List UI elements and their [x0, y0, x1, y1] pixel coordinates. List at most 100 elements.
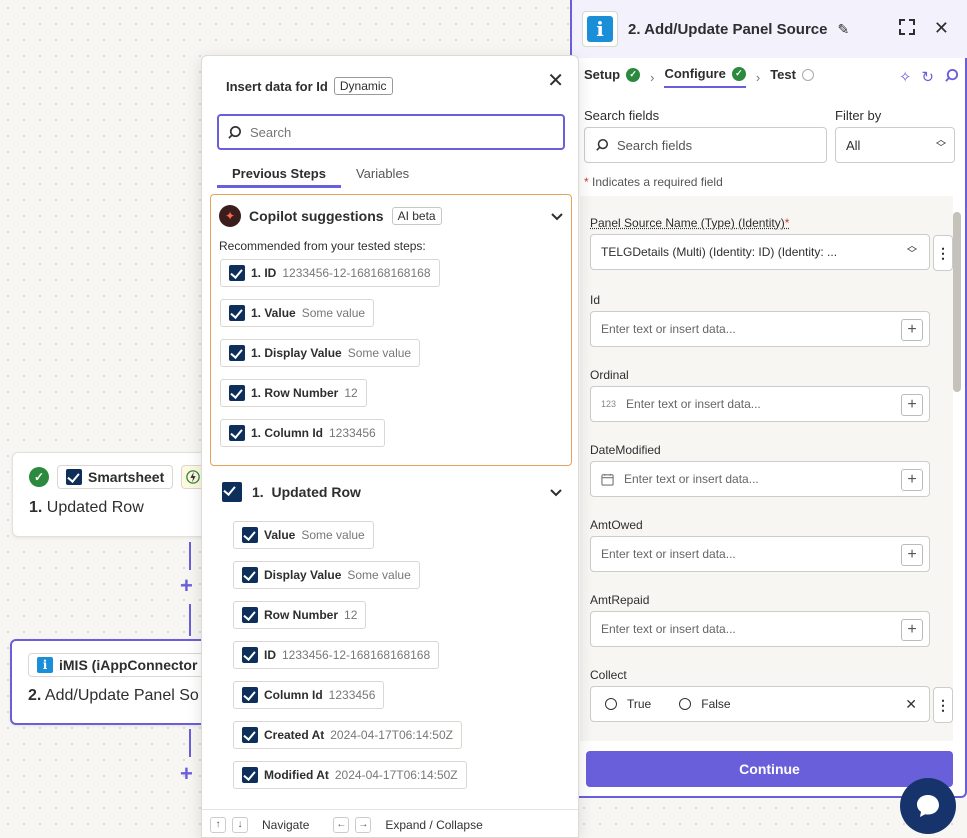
chevron-down-icon[interactable] [550, 484, 562, 500]
workflow-node-action[interactable]: i iMIS (iAppConnector 2. Add/Update Pane… [10, 639, 230, 725]
app-name: Smartsheet [88, 469, 165, 485]
insert-data-panel: Insert data for Id Dynamic ✕ Previous St… [201, 55, 579, 838]
arrow-up-key-icon: ↑ [210, 816, 226, 833]
insert-data-plus-button[interactable]: + [901, 319, 923, 341]
navigate-hint: Navigate [262, 817, 310, 832]
chip-value: Some value [301, 528, 365, 542]
insert-data-plus-button[interactable]: + [901, 544, 923, 566]
more-options-icon[interactable]: ⋮ [933, 687, 953, 723]
search-fields-input[interactable]: Search fields [584, 127, 827, 163]
data-chip[interactable]: 1. Value Some value [220, 299, 375, 327]
insert-data-plus-button[interactable]: + [901, 619, 923, 641]
search-fields-label: Search fields [584, 108, 660, 123]
clear-icon[interactable]: ✕ [905, 696, 917, 713]
expand-icon[interactable] [898, 18, 916, 41]
tab-previous-steps[interactable]: Previous Steps [217, 164, 341, 188]
copilot-header[interactable]: ✦ Copilot suggestions AI beta [211, 195, 571, 227]
editor-step-tabs: Setup ✓ › Configure ✓ › Test ✧ ↻ [584, 66, 959, 88]
data-chip[interactable]: ID 1233456-12-168168168168 [233, 641, 440, 669]
edit-pencil-icon[interactable]: ✎ [838, 21, 850, 38]
data-chip[interactable]: 1. ID 1233456-12-168168168168 [220, 259, 440, 287]
data-chip[interactable]: 1. Column Id 1233456 [220, 419, 385, 447]
ai-beta-badge: AI beta [391, 207, 442, 225]
chip-value: 2024-04-17T06:14:50Z [330, 728, 453, 742]
field-amtowed: AmtOwed Enter text or insert data... + [590, 518, 930, 572]
insert-search-box [217, 114, 565, 150]
app-badge: Smartsheet [57, 465, 174, 489]
radio-true[interactable] [605, 698, 617, 710]
field-label: Ordinal [590, 368, 629, 382]
data-chip[interactable]: 1. Display Value Some value [220, 339, 421, 367]
tab-variables[interactable]: Variables [341, 164, 424, 188]
insert-panel-title: Insert data for Id [226, 78, 328, 94]
data-chip[interactable]: Row Number 12 [233, 601, 367, 629]
radio-false[interactable] [679, 698, 692, 710]
field-amtrepaid: AmtRepaid Enter text or insert data... + [590, 593, 930, 647]
chevron-down-icon[interactable] [551, 208, 563, 224]
amtowed-input[interactable]: Enter text or insert data... + [590, 536, 930, 572]
tab-test[interactable]: Test [770, 67, 814, 87]
close-icon[interactable]: ✕ [934, 18, 949, 41]
node-title: 1. Updated Row [13, 489, 231, 527]
data-chip[interactable]: Created At 2024-04-17T06:14:50Z [233, 721, 462, 749]
smartsheet-icon [229, 425, 245, 441]
keyboard-hints: ↑ ↓ Navigate ← → Expand / Collapse [202, 809, 578, 837]
data-chip[interactable]: Display Value Some value [233, 561, 420, 589]
node-step-number: 1. [29, 499, 43, 516]
step-items: Value Some value Display Value Some value … [233, 521, 467, 789]
fields-scrollbar[interactable] [951, 198, 963, 738]
filter-by-select[interactable]: All ︿ ﹀ [835, 127, 955, 163]
tab-label: Configure [664, 66, 726, 81]
data-chip[interactable]: Column Id 1233456 [233, 681, 385, 709]
panel-source-select[interactable]: TELGDetails (Multi) (Identity: ID) (Iden… [590, 234, 953, 271]
chip-label: Row Number [264, 608, 339, 622]
add-step-plus-icon[interactable]: + [180, 575, 193, 597]
expand-hint: Expand / Collapse [385, 817, 483, 832]
field-label: Panel Source Name (Type) (Identity)* [590, 216, 790, 230]
arrow-right-key-icon: → [355, 816, 372, 833]
imis-icon: i [587, 16, 613, 42]
connector-line [189, 542, 191, 570]
required-note-text: Indicates a required field [592, 175, 723, 189]
more-options-icon[interactable]: ⋮ [933, 235, 953, 271]
field-label: Id [590, 293, 601, 307]
chip-label: Column Id [264, 688, 323, 702]
tab-setup[interactable]: Setup ✓ [584, 67, 641, 87]
amtrepaid-input[interactable]: Enter text or insert data... + [590, 611, 930, 647]
chip-label: 1. Column Id [251, 426, 323, 440]
add-step-plus-icon[interactable]: + [180, 763, 193, 785]
workflow-node-trigger[interactable]: ✓ Smartsheet 1. Updated Row [12, 452, 232, 537]
pending-circle-icon [801, 68, 814, 81]
search-icon[interactable] [944, 68, 959, 87]
ordinal-input[interactable]: 123 Enter text or insert data... + [590, 386, 930, 422]
insert-data-plus-button[interactable]: + [901, 394, 923, 416]
chat-help-button[interactable] [900, 778, 956, 834]
step-group-header[interactable]: 1. Updated Row [222, 482, 562, 502]
input-placeholder: Enter text or insert data... [601, 547, 736, 561]
refresh-icon[interactable]: ↻ [921, 68, 934, 87]
node-title: 2. Add/Update Panel So [12, 677, 228, 715]
arrow-down-key-icon: ↓ [232, 816, 248, 833]
chip-label: Value [264, 528, 296, 542]
field-filters: Search fields Search fields Filter by Al… [584, 108, 959, 163]
data-chip[interactable]: Value Some value [233, 521, 374, 549]
chip-value: 12 [344, 386, 358, 400]
chip-value: 1233456-12-168168168168 [282, 266, 431, 280]
close-icon[interactable]: ✕ [547, 68, 564, 93]
updown-chevron-icon: ︿ ﹀ [936, 135, 946, 154]
data-chip[interactable]: Modified At 2024-04-17T06:14:50Z [233, 761, 467, 789]
imis-icon: i [37, 657, 53, 673]
insert-search-input[interactable] [250, 124, 550, 140]
continue-button[interactable]: Continue [586, 751, 953, 787]
sparkle-ai-icon[interactable]: ✧ [899, 68, 912, 87]
id-input[interactable]: Enter text or insert data... + [590, 311, 930, 347]
tab-configure[interactable]: Configure ✓ [664, 66, 746, 88]
smartsheet-icon [242, 527, 258, 543]
field-datemodified: DateModified Enter text or insert data..… [590, 443, 930, 497]
step-editor-panel: i 2. Add/Update Panel Source ✎ ✕ Setup ✓… [570, 0, 967, 798]
scrollbar-thumb[interactable] [953, 212, 961, 392]
insert-data-plus-button[interactable]: + [901, 469, 923, 491]
data-chip[interactable]: 1. Row Number 12 [220, 379, 367, 407]
datemodified-input[interactable]: Enter text or insert data... + [590, 461, 930, 497]
connector-line [189, 729, 191, 757]
